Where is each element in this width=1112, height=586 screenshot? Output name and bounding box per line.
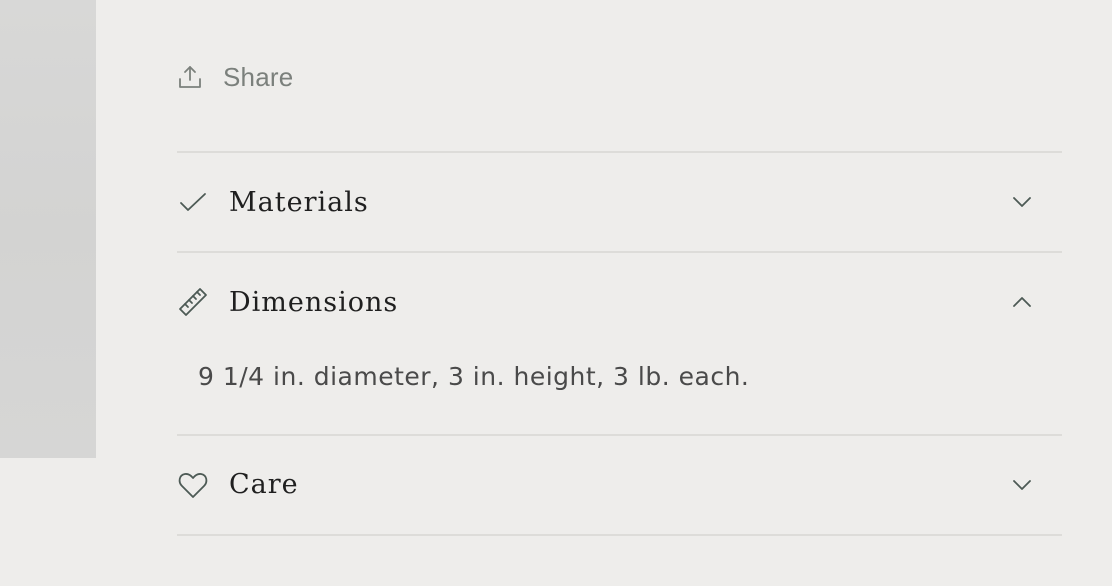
product-image — [0, 0, 96, 458]
product-details-accordion: Materials Dimensions 9 1/4 in. diameter,… — [177, 151, 1062, 536]
checkmark-icon — [177, 186, 209, 218]
accordion-header-dimensions[interactable]: Dimensions — [177, 253, 1062, 351]
accordion-item-care: Care — [177, 436, 1062, 534]
ruler-icon — [177, 286, 209, 318]
chevron-up-icon — [1010, 290, 1034, 314]
chevron-down-icon — [1010, 190, 1034, 214]
share-button[interactable]: Share — [177, 60, 293, 94]
share-label: Share — [223, 61, 294, 92]
share-upload-icon — [177, 64, 203, 90]
accordion-header-materials[interactable]: Materials — [177, 153, 1062, 251]
accordion-title: Care — [229, 469, 299, 500]
heart-icon — [177, 469, 209, 501]
accordion-title: Materials — [229, 186, 369, 218]
accordion-item-materials: Materials — [177, 153, 1062, 251]
chevron-down-icon — [1010, 473, 1034, 497]
accordion-content-dimensions: 9 1/4 in. diameter, 3 in. height, 3 lb. … — [198, 362, 750, 391]
accordion-item-dimensions: Dimensions 9 1/4 in. diameter, 3 in. hei… — [177, 253, 1062, 434]
accordion-title: Dimensions — [229, 286, 399, 318]
divider — [177, 533, 1062, 536]
accordion-header-care[interactable]: Care — [177, 436, 1062, 534]
